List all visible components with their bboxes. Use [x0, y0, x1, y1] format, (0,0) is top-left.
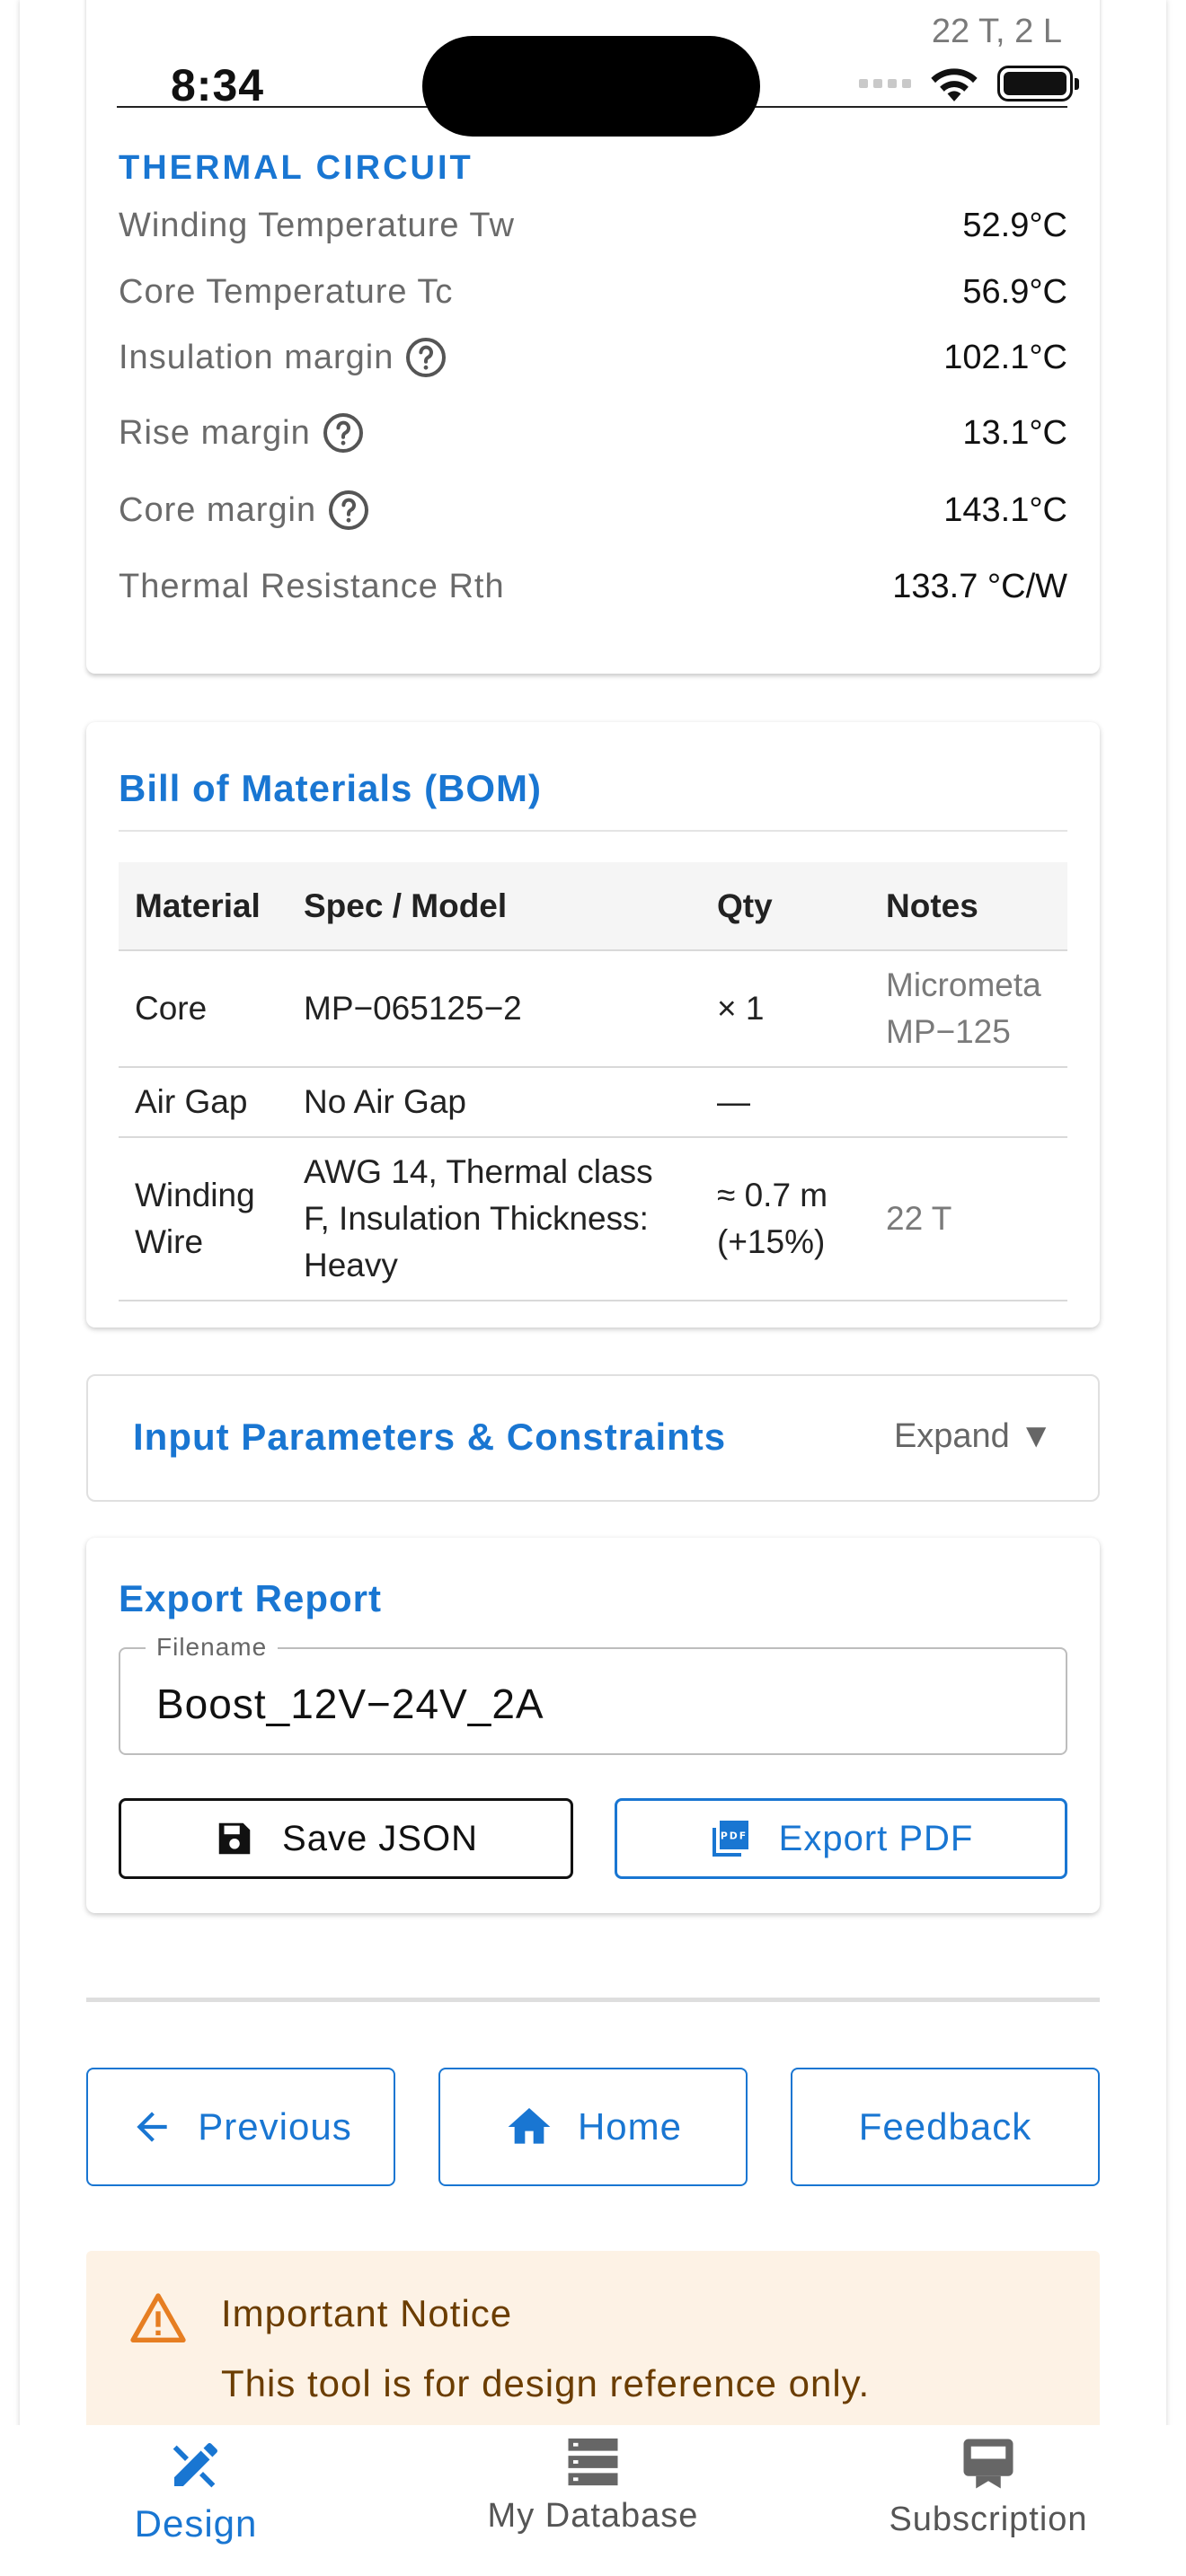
help-icon[interactable]: [322, 411, 365, 454]
winding-temperature-value: 52.9°C: [962, 207, 1067, 244]
dynamic-island: [422, 36, 760, 137]
thermal-resistance-row: Thermal Resistance Rth 133.7 °C/W: [119, 568, 1067, 606]
tab-my-database[interactable]: My Database: [458, 2436, 728, 2536]
thermal-circuit-heading: THERMAL CIRCUIT: [119, 149, 474, 187]
bom-table: Material Spec / Model Qty Notes Core MP−…: [119, 862, 1067, 1301]
bom-spec-cell: No Air Gap: [288, 1067, 701, 1138]
tab-design-label: Design: [134, 2502, 258, 2545]
thermal-resistance-label: Thermal Resistance Rth: [119, 568, 505, 605]
bom-title-divider: [119, 830, 1067, 832]
core-margin-value: 143.1°C: [943, 490, 1067, 529]
tab-subscription-label: Subscription: [889, 2501, 1088, 2538]
column-header-material: Material: [119, 862, 288, 951]
table-row: Winding Wire AWG 14, Thermal class F, In…: [119, 1137, 1067, 1301]
filename-label: Filename: [146, 1633, 279, 1662]
help-icon[interactable]: [327, 489, 370, 532]
signal-icon: [859, 79, 911, 88]
bom-spec-cell: AWG 14, Thermal class F, Insulation Thic…: [288, 1137, 701, 1301]
bom-qty-cell: × 1: [701, 950, 870, 1068]
export-report-title: Export Report: [119, 1577, 383, 1619]
warning-icon: [130, 2293, 186, 2342]
core-temperature-row: Core Temperature Tc 56.9°C: [119, 273, 1067, 312]
insulation-margin-label: Insulation margin: [119, 338, 394, 376]
home-label: Home: [577, 2105, 683, 2148]
expand-toggle[interactable]: Expand ▼: [894, 1417, 1053, 1456]
input-parameters-title: Input Parameters & Constraints: [133, 1416, 727, 1458]
filename-field[interactable]: Filename Boost_12V−24V_2A: [119, 1633, 1067, 1755]
input-parameters-panel[interactable]: Input Parameters & Constraints Expand ▼: [86, 1374, 1100, 1502]
insulation-margin-row: Insulation margin 102.1°C: [119, 336, 1067, 379]
tab-design[interactable]: Design: [61, 2436, 331, 2545]
rise-margin-row: Rise margin 13.1°C: [119, 411, 1067, 454]
thermal-resistance-value: 133.7 °C/W: [892, 568, 1067, 605]
core-temperature-label: Core Temperature Tc: [119, 273, 454, 311]
export-report-card: Export Report Filename Boost_12V−24V_2A …: [86, 1538, 1100, 1913]
table-row: Air Gap No Air Gap —: [119, 1067, 1067, 1138]
bottom-tab-bar: Design My Database Subscription: [0, 2425, 1186, 2576]
previous-button[interactable]: Previous: [86, 2068, 395, 2186]
save-json-label: Save JSON: [282, 1818, 478, 1858]
rise-margin-value: 13.1°C: [962, 413, 1067, 452]
bom-material-cell: Winding Wire: [119, 1137, 288, 1301]
subscription-icon: [963, 2439, 1013, 2489]
previous-label: Previous: [198, 2105, 352, 2148]
feedback-label: Feedback: [858, 2105, 1032, 2148]
home-button[interactable]: Home: [438, 2068, 748, 2186]
home-icon: [508, 2108, 551, 2144]
insulation-margin-value: 102.1°C: [943, 338, 1067, 376]
column-header-spec: Spec / Model: [288, 862, 701, 951]
winding-temperature-label: Winding Temperature Tw: [119, 207, 515, 244]
status-time: 8:34: [171, 60, 265, 110]
save-icon: [218, 1822, 251, 1855]
bom-qty-cell: —: [701, 1067, 870, 1138]
pdf-icon: PDF: [712, 1821, 748, 1857]
core-temperature-value: 56.9°C: [962, 273, 1067, 311]
arrow-left-icon: [137, 2112, 167, 2142]
column-header-notes: Notes: [870, 862, 1067, 951]
core-margin-label: Core margin: [119, 490, 317, 529]
export-pdf-label: Export PDF: [778, 1818, 974, 1858]
notice-text: This tool is for design reference only.: [221, 2362, 871, 2404]
cutoff-summary-text: 22 T, 2 L: [931, 13, 1062, 50]
bom-header-row: Material Spec / Model Qty Notes: [119, 862, 1067, 951]
bom-material-cell: Core: [119, 950, 288, 1068]
bom-notes-cell: [870, 1067, 1067, 1138]
table-row: Core MP−065125−2 × 1 Micrometa MP−125: [119, 950, 1067, 1068]
help-icon[interactable]: [404, 336, 447, 379]
design-tools-icon: [173, 2443, 217, 2488]
bom-card: Bill of Materials (BOM) Material Spec / …: [86, 722, 1100, 1328]
tab-subscription[interactable]: Subscription: [854, 2436, 1123, 2539]
winding-temperature-row: Winding Temperature Tw 52.9°C: [119, 207, 1067, 245]
export-pdf-button[interactable]: PDF Export PDF: [615, 1798, 1067, 1879]
feedback-button[interactable]: Feedback: [791, 2068, 1100, 2186]
rise-margin-label: Rise margin: [119, 413, 311, 452]
bom-qty-cell: ≈ 0.7 m (+15%): [701, 1137, 870, 1301]
notice-title: Important Notice: [221, 2292, 513, 2334]
section-divider: [86, 1998, 1100, 2002]
bom-spec-cell: MP−065125−2: [288, 950, 701, 1068]
column-header-qty: Qty: [701, 862, 870, 951]
wifi-icon: [931, 68, 978, 101]
bom-notes-cell: 22 T: [870, 1137, 1067, 1301]
filename-input[interactable]: Boost_12V−24V_2A: [156, 1680, 544, 1728]
bom-notes-cell: Micrometa MP−125: [870, 950, 1067, 1068]
svg-text:PDF: PDF: [721, 1830, 748, 1841]
database-icon: [568, 2438, 618, 2486]
save-json-button[interactable]: Save JSON: [119, 1798, 573, 1879]
bom-material-cell: Air Gap: [119, 1067, 288, 1138]
core-margin-row: Core margin 143.1°C: [119, 489, 1067, 532]
battery-icon: [997, 66, 1079, 101]
bom-title: Bill of Materials (BOM): [119, 767, 543, 809]
tab-my-database-label: My Database: [487, 2497, 699, 2535]
status-icons: [859, 65, 1079, 102]
